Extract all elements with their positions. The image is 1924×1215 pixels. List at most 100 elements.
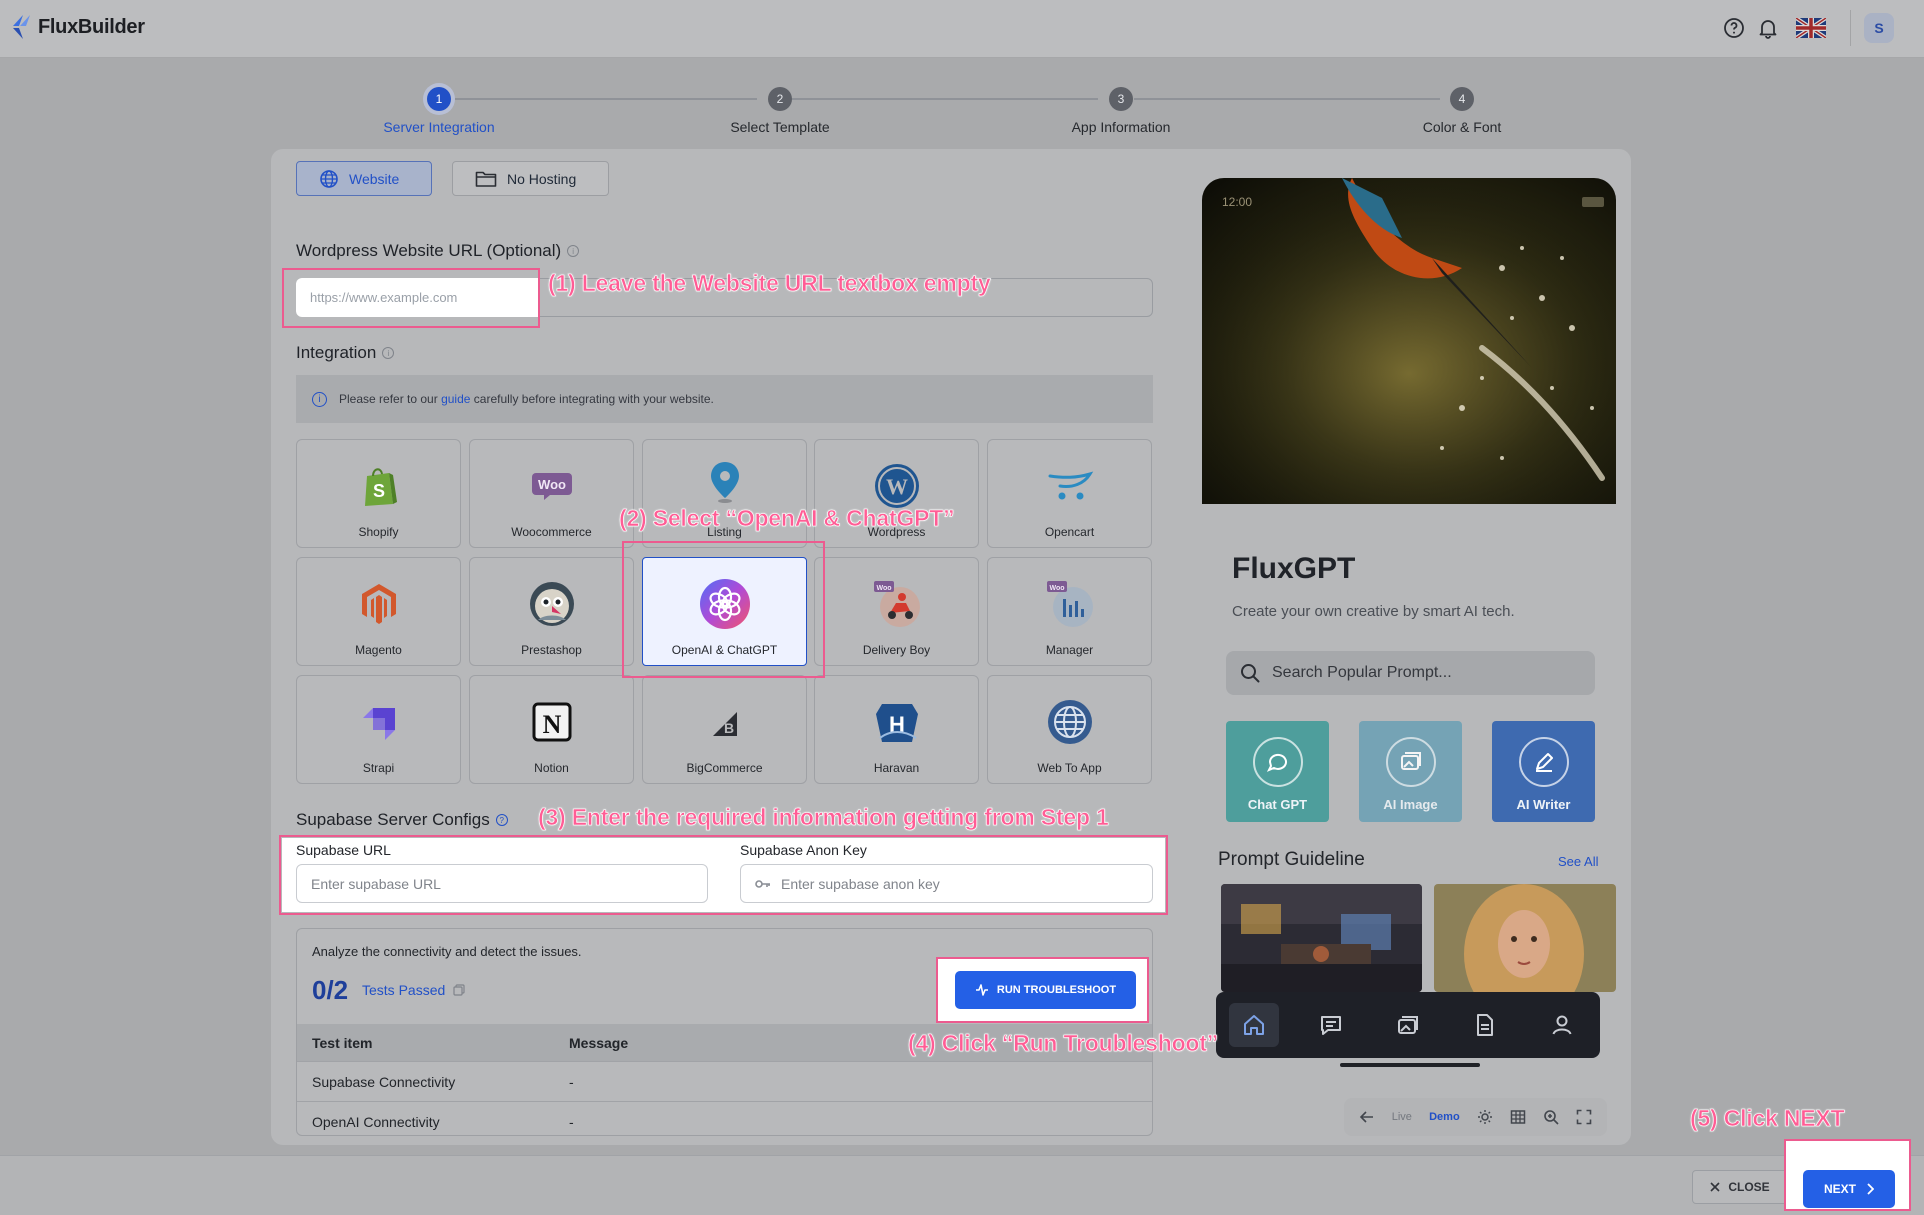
annotation-step-1: (1) Leave the Website URL textbox empty xyxy=(548,270,991,297)
prestashop-icon xyxy=(526,578,578,630)
copy-icon[interactable] xyxy=(453,984,465,996)
haravan-icon: H xyxy=(871,696,923,748)
avatar[interactable]: S xyxy=(1864,13,1894,43)
globe-icon xyxy=(1044,696,1096,748)
integration-notice: i Please refer to our guide carefully be… xyxy=(296,375,1153,423)
tile-label: Chat GPT xyxy=(1247,797,1308,812)
guideline-thumbnail[interactable] xyxy=(1221,884,1422,992)
next-label: NEXT xyxy=(1823,1182,1856,1196)
live-toggle[interactable]: Live xyxy=(1392,1111,1412,1123)
annotation-box-url xyxy=(282,268,540,328)
integration-label: Manager xyxy=(1045,643,1094,657)
pen-icon xyxy=(1518,737,1569,787)
integration-label: Shopify xyxy=(358,525,399,539)
step-3-label[interactable]: App Information xyxy=(1011,119,1231,135)
tile-ai-image[interactable]: AI Image xyxy=(1359,721,1462,822)
svg-text:S: S xyxy=(372,481,384,501)
integration-manager[interactable]: Woo Manager xyxy=(987,557,1152,666)
test-item-cell: OpenAI Connectivity xyxy=(312,1113,440,1130)
grid-icon[interactable] xyxy=(1510,1109,1526,1125)
guideline-thumbnail[interactable] xyxy=(1434,884,1616,992)
integration-shopify[interactable]: S Shopify xyxy=(296,439,461,548)
integration-label: Prestashop xyxy=(521,643,582,657)
uk-flag-icon[interactable] xyxy=(1796,16,1826,40)
bigcommerce-icon: B xyxy=(699,696,751,748)
folder-icon xyxy=(475,171,497,187)
website-url-label: Wordpress Website URL (Optional) xyxy=(296,241,562,260)
sun-icon[interactable] xyxy=(1477,1109,1493,1125)
integration-heading: Integration i xyxy=(296,343,395,363)
preview-title: FluxGPT xyxy=(1232,552,1356,585)
info-icon[interactable]: i xyxy=(382,347,395,359)
tile-chat-gpt[interactable]: Chat GPT xyxy=(1226,721,1329,822)
step-4-indicator[interactable]: 4 xyxy=(1450,87,1474,111)
tile-ai-writer[interactable]: AI Writer xyxy=(1492,721,1595,822)
stepper-connector xyxy=(1134,98,1440,100)
svg-text:Woo: Woo xyxy=(876,585,891,592)
tile-label: AI Writer xyxy=(1516,797,1571,812)
back-arrow-icon[interactable] xyxy=(1359,1109,1375,1125)
tests-score: 0/2 xyxy=(312,975,349,1005)
stepper-connector xyxy=(451,98,757,100)
integration-label: Notion xyxy=(534,761,569,775)
notice-text-pre: Please refer to our xyxy=(339,392,442,406)
integration-label: Opencart xyxy=(1044,525,1095,539)
strapi-icon xyxy=(353,696,405,748)
step-1-indicator[interactable]: 1 xyxy=(427,87,451,111)
integration-label: Haravan xyxy=(873,761,920,775)
preview-search-placeholder: Search Popular Prompt... xyxy=(1272,664,1452,681)
nav-profile-icon[interactable] xyxy=(1537,1003,1587,1047)
close-button[interactable]: CLOSE xyxy=(1692,1170,1788,1204)
integration-prestashop[interactable]: Prestashop xyxy=(469,557,634,666)
info-circle-icon: i xyxy=(312,391,327,407)
info-icon[interactable]: i xyxy=(567,245,580,257)
integration-magento[interactable]: Magento xyxy=(296,557,461,666)
demo-toggle[interactable]: Demo xyxy=(1429,1111,1460,1123)
annotation-step-4: (4) Click “Run Troubleshoot” xyxy=(908,1030,1219,1057)
annotation-step-3: (3) Enter the required information getti… xyxy=(538,804,1109,831)
step-2-indicator[interactable]: 2 xyxy=(768,87,792,111)
no-hosting-tab[interactable]: No Hosting xyxy=(452,161,609,196)
app-logo[interactable]: FluxBuilder xyxy=(10,14,145,40)
fullscreen-icon[interactable] xyxy=(1576,1109,1592,1125)
guide-link[interactable]: guide xyxy=(441,392,470,406)
nav-document-icon[interactable] xyxy=(1460,1003,1510,1047)
integration-woocommerce[interactable]: Woo Woocommerce xyxy=(469,439,634,548)
bell-icon[interactable] xyxy=(1756,16,1780,40)
shopify-icon: S xyxy=(353,460,405,512)
integration-web-to-app[interactable]: Web To App xyxy=(987,675,1152,784)
annotation-box-supabase xyxy=(279,835,1168,915)
nav-chat-icon[interactable] xyxy=(1306,1003,1356,1047)
zoom-icon[interactable] xyxy=(1543,1109,1559,1125)
step-3-indicator[interactable]: 3 xyxy=(1109,87,1133,111)
nav-home-icon[interactable] xyxy=(1229,1003,1280,1047)
integration-haravan[interactable]: H Haravan xyxy=(814,675,979,784)
preview-search-input[interactable]: Search Popular Prompt... xyxy=(1226,651,1595,695)
see-all-link[interactable]: See All xyxy=(1558,854,1598,869)
integration-bigcommerce[interactable]: B BigCommerce xyxy=(642,675,807,784)
integration-opencart[interactable]: Opencart xyxy=(987,439,1152,548)
tests-passed: Tests Passed xyxy=(362,982,465,998)
help-icon[interactable] xyxy=(1722,16,1746,40)
step-2-label[interactable]: Select Template xyxy=(670,119,890,135)
step-4-label[interactable]: Color & Font xyxy=(1352,119,1572,135)
magento-icon xyxy=(353,578,405,630)
integration-label: BigCommerce xyxy=(686,761,763,775)
next-button[interactable]: NEXT xyxy=(1803,1170,1895,1208)
top-bar: FluxBuilder S xyxy=(0,0,1924,58)
close-label: CLOSE xyxy=(1728,1180,1770,1194)
svg-text:W: W xyxy=(886,474,908,499)
integration-strapi[interactable]: Strapi xyxy=(296,675,461,784)
integration-notion[interactable]: N Notion xyxy=(469,675,634,784)
integration-delivery-boy[interactable]: Woo Delivery Boy xyxy=(814,557,979,666)
integration-title: Integration xyxy=(296,343,377,362)
step-1-label[interactable]: Server Integration xyxy=(329,119,549,135)
nav-gallery-icon[interactable] xyxy=(1383,1003,1433,1047)
manager-icon: Woo xyxy=(1044,578,1096,630)
preview-hero-image: 12:00 xyxy=(1202,178,1616,504)
svg-text:N: N xyxy=(542,710,561,739)
info-icon[interactable]: ? xyxy=(495,814,508,826)
website-tab[interactable]: Website xyxy=(296,161,432,196)
tests-passed-label: Tests Passed xyxy=(362,982,446,998)
integration-label: Woocommerce xyxy=(511,525,592,539)
